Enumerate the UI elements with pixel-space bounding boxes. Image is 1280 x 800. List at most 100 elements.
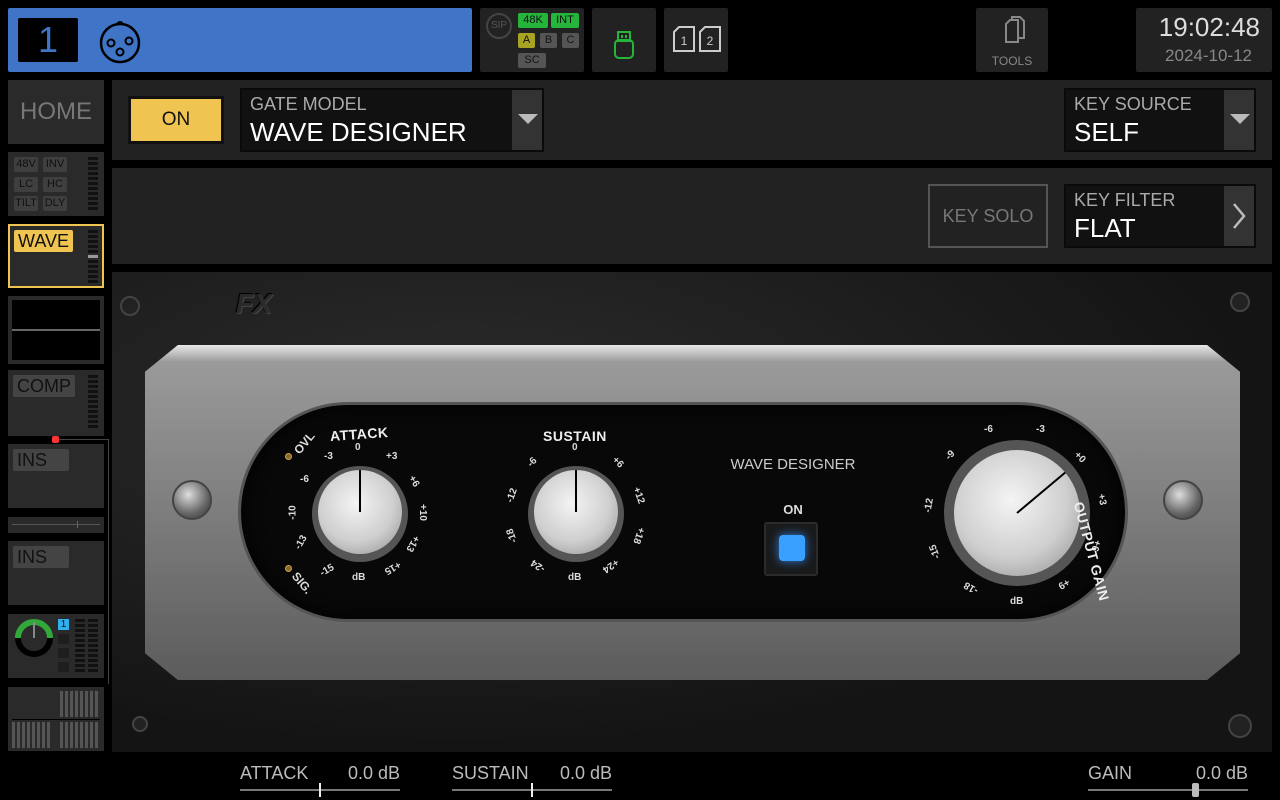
- group-c-badge: C: [562, 33, 579, 48]
- sustain-scale-label: 0: [572, 442, 578, 453]
- comp-tag: COMP: [13, 375, 75, 397]
- key-source-select[interactable]: KEY SOURCE SELF: [1064, 88, 1256, 152]
- corner-screw: [1228, 714, 1252, 738]
- ovl-led: [285, 453, 292, 460]
- sustain-slider-thumb[interactable]: [531, 783, 533, 797]
- eq-curve: [12, 300, 100, 360]
- wave-block[interactable]: WAVE: [8, 224, 104, 288]
- key-source-value: SELF: [1074, 117, 1140, 147]
- send-meter-r: [88, 619, 98, 674]
- chevron-down-icon: [518, 114, 538, 124]
- tools-label: TOOLS: [991, 54, 1033, 68]
- gain-param-value: 0.0 dB: [1195, 763, 1248, 783]
- gain-scale-label: +3: [1095, 492, 1109, 507]
- gain-scale-label: -6: [984, 424, 993, 435]
- plugin-title: WAVE DESIGNER: [730, 456, 856, 473]
- tilt-tag: TILT: [14, 196, 38, 211]
- attack-scale-label: +3: [386, 451, 398, 462]
- home-button[interactable]: HOME: [8, 80, 104, 144]
- group-b-badge: B: [540, 33, 557, 48]
- comp-meter: [88, 375, 98, 430]
- sd-card-1-icon: 1: [673, 26, 695, 52]
- comp-block[interactable]: COMP: [8, 370, 104, 436]
- sc-badge: SC: [518, 53, 546, 68]
- sip-indicator: SIP: [486, 13, 512, 39]
- sample-rate-badge: 48K: [518, 13, 548, 28]
- send-number-badge: 1: [58, 619, 69, 630]
- lc-tag: LC: [14, 177, 38, 192]
- chevron-right-icon: [1233, 203, 1246, 229]
- gain-scale-label: -3: [1036, 424, 1045, 435]
- gain-slider[interactable]: [1088, 789, 1248, 791]
- key-source-label: KEY SOURCE: [1074, 94, 1192, 114]
- svg-text:2: 2: [707, 34, 714, 48]
- gain-slider-thumb[interactable]: [1191, 783, 1199, 797]
- eq-block[interactable]: [8, 296, 104, 364]
- wave-meter: [88, 230, 98, 285]
- gate-model-label: GATE MODEL: [250, 94, 367, 114]
- insert-route-line: [59, 439, 109, 440]
- dly-tag: DLY: [43, 196, 67, 211]
- chevron-down-icon: [1230, 114, 1250, 124]
- attack-unit-label: dB: [352, 572, 366, 583]
- key-filter-value: FLAT: [1074, 213, 1136, 243]
- output-block[interactable]: [8, 687, 104, 751]
- gate-model-select[interactable]: GATE MODEL WAVE DESIGNER: [240, 88, 544, 152]
- input-meter: [88, 157, 98, 212]
- faceplate-screw-left: [172, 480, 212, 520]
- attack-slider-thumb[interactable]: [319, 783, 321, 797]
- gain-unit-label: dB: [1010, 596, 1024, 607]
- attack-param-label: ATTACK: [240, 763, 309, 783]
- send-block[interactable]: 1: [8, 614, 104, 678]
- plugin-on-led: [779, 535, 805, 561]
- sustain-unit-label: dB: [568, 572, 582, 583]
- ins2-block[interactable]: INS: [8, 541, 104, 605]
- key-filter-select[interactable]: KEY FILTER FLAT: [1064, 184, 1256, 248]
- attack-scale-label: 0: [355, 442, 361, 453]
- wave-tag: WAVE: [14, 230, 74, 252]
- corner-screw: [132, 716, 148, 732]
- gate-on-button[interactable]: ON: [128, 96, 224, 144]
- xlr-connector-icon: [96, 15, 144, 65]
- sig-led: [285, 565, 292, 572]
- insert-route-line-v: [108, 439, 109, 684]
- attack-scale-label: -3: [324, 451, 333, 462]
- attack-knob-pointer: [359, 470, 361, 512]
- faceplate-screw-right: [1163, 480, 1203, 520]
- gain-param-label: GAIN: [1088, 763, 1133, 783]
- ins2-tag: INS: [13, 546, 69, 568]
- sd-card-2-icon: 2: [699, 26, 721, 52]
- corner-screw: [120, 296, 140, 316]
- sd-card-button[interactable]: 1 2: [664, 8, 728, 72]
- gate-model-value: WAVE DESIGNER: [250, 117, 467, 147]
- clock-date: 2024-10-12: [1165, 46, 1252, 65]
- sustain-knob-pointer: [575, 470, 577, 512]
- usb-drive-icon: [614, 31, 634, 59]
- group-a-badge: A: [518, 33, 535, 48]
- clock-time: 19:02:48: [1158, 12, 1260, 42]
- fx-logo: FX: [236, 288, 272, 319]
- corner-screw: [1230, 292, 1250, 312]
- inv-tag: INV: [43, 157, 67, 172]
- hc-tag: HC: [43, 177, 67, 192]
- 48v-tag: 48V: [14, 157, 38, 172]
- send-meter-l: [75, 619, 85, 674]
- ins1-block[interactable]: INS: [8, 444, 104, 508]
- plugin-on-label: ON: [783, 502, 803, 517]
- pan-knob-icon: [15, 619, 53, 657]
- attack-scale-label: -6: [300, 474, 309, 485]
- usb-button[interactable]: [592, 8, 656, 72]
- channel-number: 1: [18, 18, 78, 62]
- key-solo-button[interactable]: KEY SOLO: [928, 184, 1048, 248]
- attack-scale-label: +10: [416, 504, 428, 521]
- attack-scale-label: -10: [287, 505, 299, 520]
- fader-mini[interactable]: [8, 517, 104, 533]
- ins1-tag: INS: [13, 449, 69, 471]
- documents-icon: [1005, 16, 1025, 43]
- clock-source-badge: INT: [551, 13, 579, 28]
- attack-param-value: 0.0 dB: [347, 763, 400, 783]
- insert-point-marker: [52, 436, 59, 443]
- key-filter-label: KEY FILTER: [1074, 190, 1176, 210]
- sustain-param-value: 0.0 dB: [559, 763, 612, 783]
- input-block[interactable]: 48V INV LC HC TILT DLY: [8, 152, 104, 216]
